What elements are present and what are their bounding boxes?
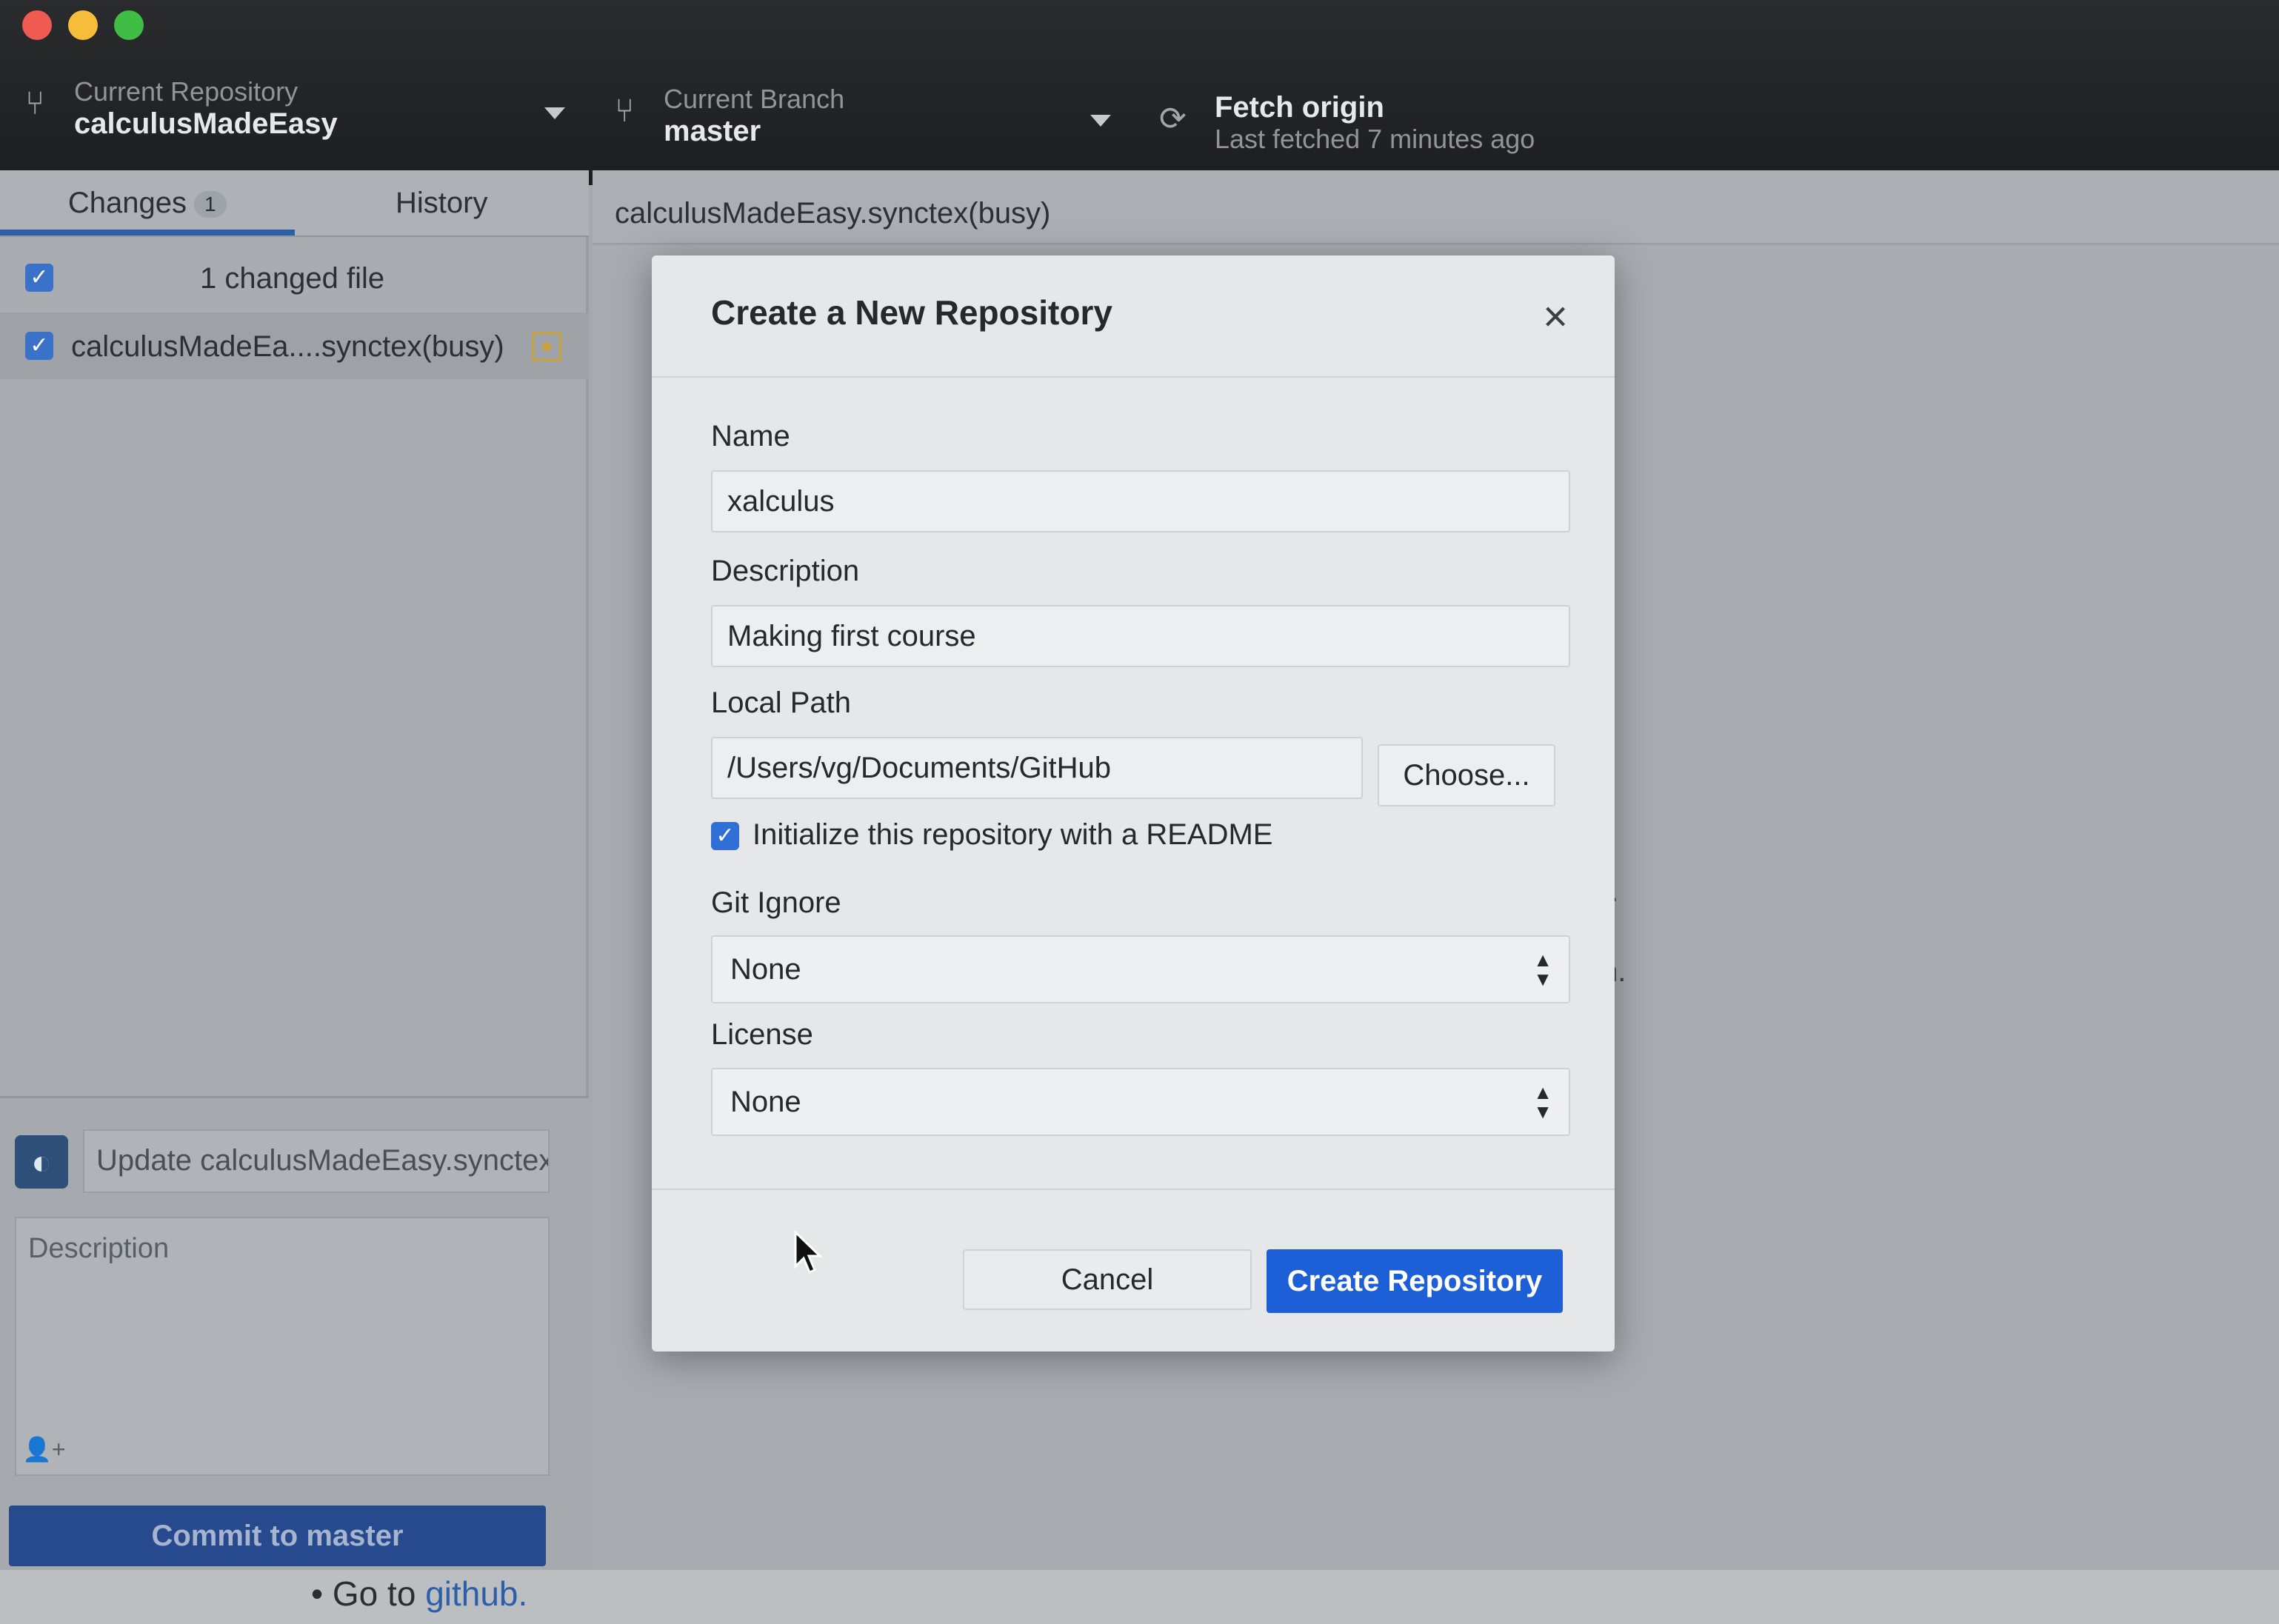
changes-sidebar: Changes 1 History ✓ 1 changed file ✓ calc…: [0, 170, 589, 1570]
commit-summary-input[interactable]: Update calculusMadeEasy.synctex(busy): [83, 1129, 550, 1193]
create-repository-dialog: Create a New Repository × Name xalculus …: [652, 255, 1615, 1351]
changed-files-summary: 1 changed file: [200, 262, 385, 295]
sidebar-tabs: Changes 1 History: [0, 170, 589, 237]
file-name: calculusMadeEa....synctex(busy): [71, 330, 504, 363]
commit-button[interactable]: Commit to master: [9, 1506, 546, 1566]
modified-status-icon: [532, 332, 561, 361]
current-branch-label: Current Branch: [664, 84, 845, 114]
current-repository-name: calculusMadeEasy: [74, 107, 338, 140]
close-icon: ×: [1543, 293, 1568, 341]
gitignore-selected-value: None: [730, 953, 801, 986]
file-list-item[interactable]: ✓ calculusMadeEa....synctex(busy): [0, 313, 589, 379]
name-label: Name: [711, 420, 790, 452]
cancel-button[interactable]: Cancel: [963, 1249, 1252, 1310]
minimize-window-button[interactable]: [68, 10, 98, 40]
bullet-text-prefix: Go to: [332, 1574, 426, 1613]
local-path-input[interactable]: /Users/vg/Documents/GitHub: [711, 737, 1363, 799]
choose-path-button[interactable]: Choose...: [1378, 744, 1555, 806]
zoom-window-button[interactable]: [114, 10, 144, 40]
last-fetched-text: Last fetched 7 minutes ago: [1215, 124, 1535, 154]
name-input[interactable]: xalculus: [711, 470, 1570, 532]
dialog-title: Create a New Repository: [711, 293, 1112, 332]
gitignore-label: Git Ignore: [711, 886, 841, 919]
tab-changes-label: Changes: [67, 187, 187, 219]
sync-icon: ⟳: [1159, 101, 1187, 137]
commit-panel: ◐ Update calculusMadeEasy.synctex(busy) …: [0, 1096, 589, 1570]
license-select[interactable]: None ▲ ▼: [711, 1068, 1570, 1136]
add-coauthor-icon[interactable]: 👤+: [22, 1435, 66, 1463]
repository-icon: ⑂: [25, 85, 45, 121]
github-link[interactable]: github.: [425, 1574, 527, 1613]
mouse-cursor-icon: [794, 1231, 823, 1274]
diff-file-title: calculusMadeEasy.synctex(busy): [615, 197, 1051, 230]
user-avatar: ◐: [15, 1135, 68, 1189]
window-controls: [22, 10, 144, 40]
description-input[interactable]: Making first course: [711, 605, 1570, 667]
close-window-button[interactable]: [22, 10, 52, 40]
tab-history[interactable]: History: [295, 170, 590, 235]
create-repository-button[interactable]: Create Repository: [1267, 1249, 1563, 1313]
bullet-item: • Go to github.: [311, 1574, 528, 1613]
repository-chevron-down-icon: [544, 107, 565, 119]
branch-chevron-down-icon: [1090, 115, 1111, 127]
readme-option: ✓ Initialize this repository with a READM…: [711, 818, 1272, 852]
readme-checkbox[interactable]: ✓: [711, 822, 739, 851]
diff-header: calculusMadeEasy.synctex(busy): [593, 170, 2279, 244]
select-arrows-icon: ▲ ▼: [1533, 1081, 1552, 1123]
close-dialog-button[interactable]: ×: [1533, 293, 1578, 341]
license-selected-value: None: [730, 1086, 801, 1118]
changes-count-badge: 1: [194, 191, 227, 218]
current-repository-label: Current Repository: [74, 76, 298, 107]
fetch-origin-title: Fetch origin: [1215, 91, 1384, 124]
local-path-label: Local Path: [711, 686, 852, 719]
select-all-checkbox[interactable]: ✓: [25, 264, 53, 292]
app-toolbar: ⑂ Current Repository calculusMadeEasy ⑂ …: [0, 0, 2279, 185]
tab-history-label: History: [396, 187, 488, 219]
select-all-row: ✓ 1 changed file: [0, 244, 589, 311]
current-branch-name: master: [664, 114, 761, 147]
select-arrows-icon: ▲ ▼: [1533, 949, 1552, 990]
gitignore-select[interactable]: None ▲ ▼: [711, 935, 1570, 1003]
license-label: License: [711, 1018, 813, 1051]
dialog-header: Create a New Repository ×: [652, 255, 1615, 378]
tab-changes[interactable]: Changes 1: [0, 170, 295, 235]
commit-description-field[interactable]: Description: [15, 1217, 550, 1476]
branch-icon: ⑂: [615, 93, 635, 129]
description-label: Description: [711, 555, 860, 587]
readme-label: Initialize this repository with a README: [753, 818, 1273, 851]
file-include-checkbox[interactable]: ✓: [25, 332, 53, 360]
